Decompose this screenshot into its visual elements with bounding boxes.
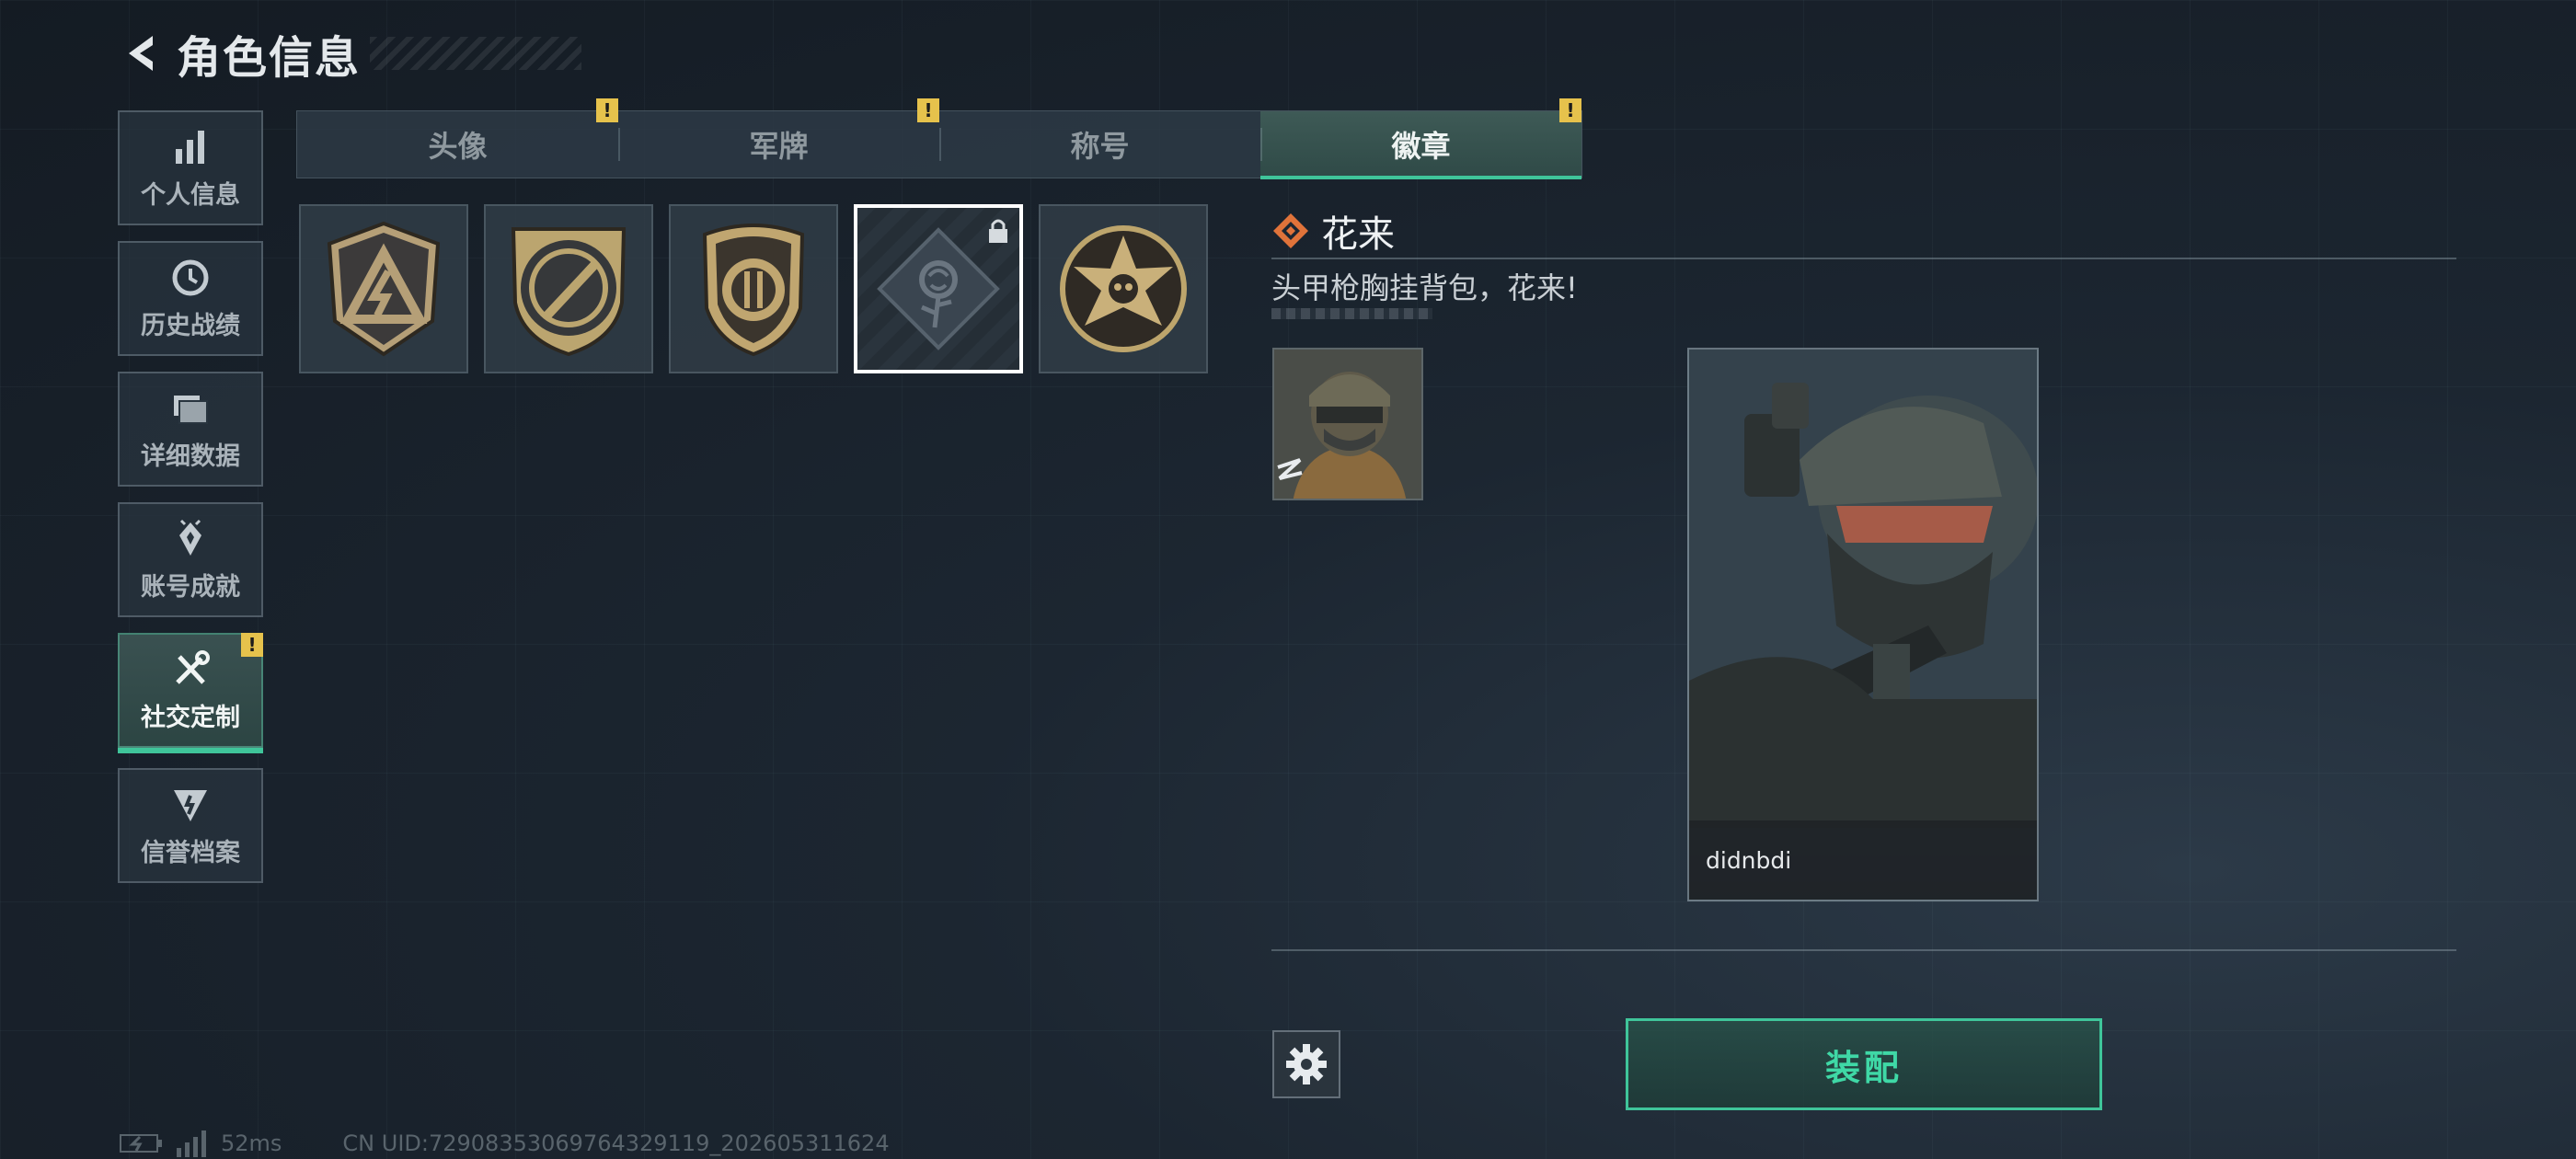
- sidebar-item-label: 账号成就: [141, 573, 240, 602]
- soldier-portrait: [1689, 350, 2037, 828]
- sidebar-item-details[interactable]: 详细数据: [118, 372, 263, 487]
- alert-badge: !: [596, 98, 618, 122]
- sidebar-item-personal-info[interactable]: 个人信息: [118, 110, 263, 225]
- rose-badge-icon: [877, 227, 1000, 350]
- sidebar: 个人信息 历史战绩 详细数据 账号成就 ! 社交定制 信誉档案: [118, 110, 267, 899]
- achievement-icon: [179, 519, 201, 556]
- sidebar-item-social-custom[interactable]: ! 社交定制: [118, 633, 263, 753]
- avatar-thumbnail[interactable]: [1272, 348, 1423, 500]
- battery-icon: [120, 1134, 162, 1153]
- badge-item-triangle-bolt[interactable]: [299, 204, 468, 373]
- badge-diamond-icon: [1273, 213, 1308, 248]
- tab-avatar[interactable]: 头像 !: [297, 98, 618, 178]
- sidebar-item-label: 历史战绩: [141, 312, 240, 340]
- alert-badge: !: [917, 98, 939, 122]
- soldier-avatar: [1274, 350, 1421, 499]
- bar-chart-icon: [176, 131, 204, 164]
- sidebar-item-label: 信誉档案: [141, 839, 240, 867]
- sidebar-item-history[interactable]: 历史战绩: [118, 241, 263, 356]
- badge-item-knife[interactable]: [484, 204, 653, 373]
- badge-item-shield[interactable]: [669, 204, 838, 373]
- badge-grid: [299, 204, 1208, 373]
- sidebar-item-label: 个人信息: [141, 181, 240, 210]
- detail-description: 头甲枪胸挂背包，花来!: [1271, 270, 1578, 305]
- obtain-info-placeholder: [1271, 308, 1432, 319]
- title-decoration: [370, 37, 582, 70]
- gear-icon: [1286, 1044, 1327, 1084]
- badge-item-star-skull[interactable]: [1039, 204, 1208, 373]
- divider: [1271, 949, 2456, 951]
- page-header: 角色信息: [120, 26, 582, 84]
- folder-icon: [174, 396, 208, 424]
- tab-dogtag[interactable]: 军牌 !: [618, 98, 939, 178]
- sidebar-item-achievements[interactable]: 账号成就: [118, 502, 263, 617]
- reputation-icon: [174, 790, 207, 821]
- tab-label: 徽章: [1391, 129, 1451, 164]
- back-arrow-icon[interactable]: [120, 30, 166, 76]
- tab-label: 军牌: [749, 129, 809, 164]
- sidebar-item-label: 社交定制: [141, 704, 240, 732]
- alert-badge: !: [1559, 98, 1581, 122]
- shield-badge-icon: [702, 224, 805, 357]
- knife-badge-icon: [511, 227, 627, 357]
- settings-button[interactable]: [1272, 1030, 1340, 1098]
- lock-icon: [989, 219, 1007, 243]
- tab-label: 称号: [1070, 129, 1130, 164]
- signal-icon: [177, 1130, 206, 1157]
- tab-title[interactable]: 称号: [939, 111, 1260, 178]
- detail-title: 花来: [1321, 213, 1395, 256]
- equip-button[interactable]: 装配: [1626, 1018, 2102, 1110]
- user-uid: CN UID:7290835306976432911​9_20260531162…: [342, 1130, 890, 1156]
- alert-badge: !: [241, 633, 263, 657]
- triangle-bolt-badge-icon: [327, 221, 441, 357]
- player-card: didnbdi: [1687, 348, 2039, 901]
- detail-header: 花来: [1271, 204, 1395, 258]
- tools-icon: [176, 650, 210, 684]
- divider: [1271, 258, 2456, 259]
- player-name: didnbdi: [1706, 847, 1792, 874]
- history-icon: [172, 259, 209, 296]
- tab-bar: 头像 ! 军牌 ! 称号 徽章 !: [296, 98, 1582, 179]
- ping-value: 52ms: [221, 1130, 282, 1156]
- page-title: 角色信息: [177, 32, 362, 84]
- badge-item-rose[interactable]: [854, 204, 1023, 373]
- star-skull-badge-icon: [1060, 225, 1187, 352]
- tab-label: 头像: [428, 129, 488, 164]
- equip-button-label: 装配: [1824, 1047, 1903, 1088]
- sidebar-item-label: 详细数据: [141, 442, 240, 471]
- sidebar-item-reputation[interactable]: 信誉档案: [118, 768, 263, 883]
- status-bar: 52ms CN UID:7290835306976432911​9_202605…: [120, 1130, 890, 1157]
- tab-badge[interactable]: 徽章 !: [1260, 98, 1581, 179]
